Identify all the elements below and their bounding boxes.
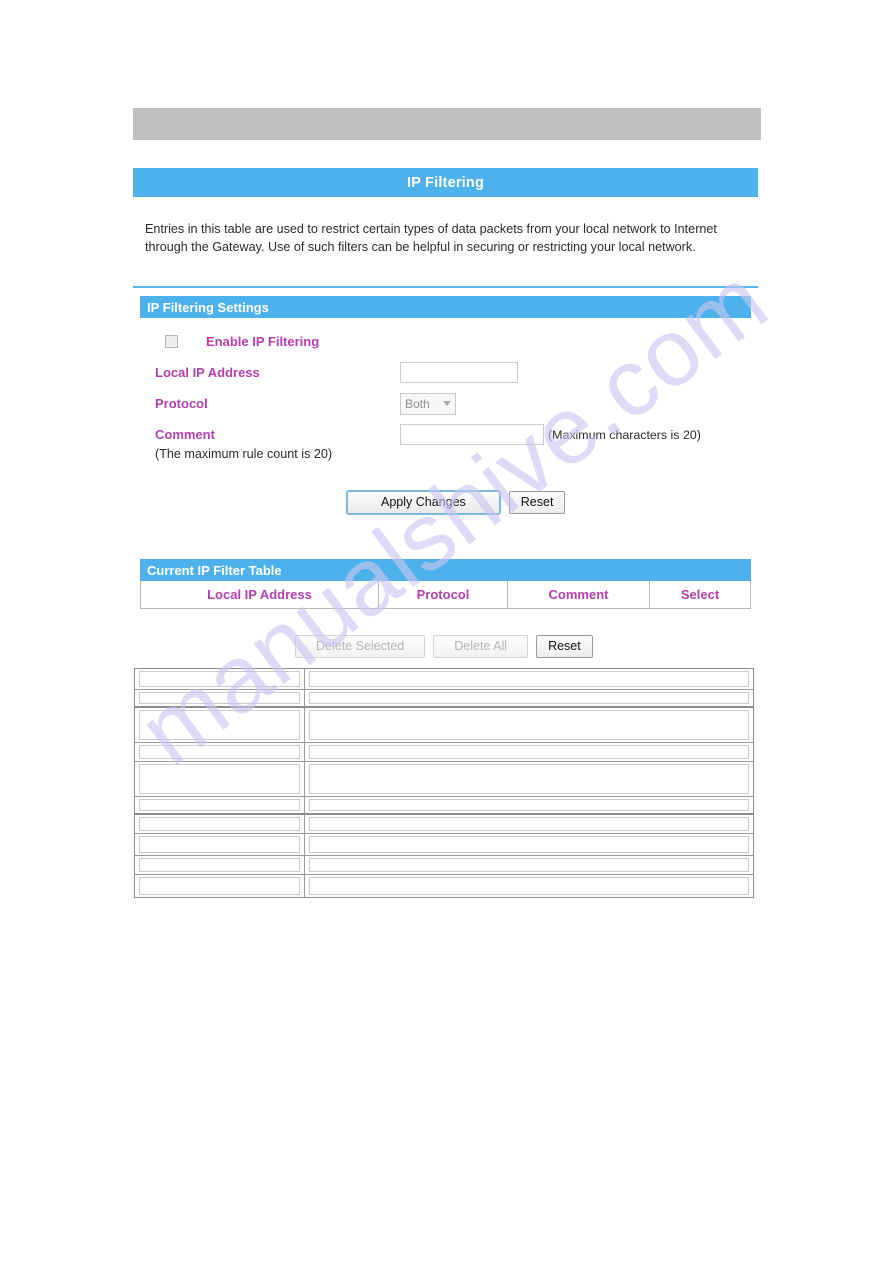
delete-all-button[interactable]: Delete All	[433, 635, 529, 658]
settings-form: Enable IP Filtering Local IP Address Pro…	[155, 326, 755, 450]
section-header-current-ip-filter-table: Current IP Filter Table	[140, 559, 751, 581]
table-cell	[135, 762, 305, 796]
table-cell	[135, 815, 305, 833]
settings-button-row: Apply Changes Reset	[347, 491, 566, 514]
enable-ip-filtering-label: Enable IP Filtering	[206, 334, 320, 349]
section-header-ip-filtering-settings: IP Filtering Settings	[140, 296, 751, 318]
enable-ip-filtering-checkbox[interactable]	[165, 335, 178, 348]
table-cell	[305, 797, 753, 813]
top-grey-bar	[133, 108, 761, 140]
filter-table-reset-button[interactable]: Reset	[536, 635, 593, 658]
intro-paragraph: Entries in this table are used to restri…	[145, 222, 717, 254]
table-row	[135, 834, 753, 856]
protocol-selected-value: Both	[405, 396, 430, 411]
cell-inner-box	[309, 745, 749, 759]
column-header-protocol: Protocol	[379, 581, 508, 608]
table-cell	[135, 834, 305, 855]
table-cell	[135, 669, 305, 689]
table-cell	[305, 743, 753, 761]
filter-table-header-row: Local IP Address Protocol Comment Select	[140, 581, 751, 609]
table-cell	[305, 708, 753, 742]
cell-inner-box	[139, 877, 300, 895]
table-cell	[305, 815, 753, 833]
table-row	[135, 875, 753, 897]
cell-inner-box	[309, 671, 749, 687]
local-ip-address-label: Local IP Address	[155, 365, 260, 380]
protocol-select[interactable]: Both	[400, 392, 456, 415]
table-row	[135, 815, 753, 834]
cell-inner-box	[309, 764, 749, 794]
table-row	[135, 762, 753, 797]
row-protocol: Protocol Both	[155, 388, 755, 419]
table-row	[135, 743, 753, 762]
table-row	[135, 856, 753, 875]
table-cell	[305, 690, 753, 706]
page-title: IP Filtering	[133, 168, 758, 197]
local-ip-address-input[interactable]	[400, 362, 518, 383]
cell-inner-box	[139, 692, 300, 704]
table-cell	[135, 743, 305, 761]
column-header-comment: Comment	[508, 581, 650, 608]
cell-inner-box	[309, 710, 749, 740]
row-comment: Comment (Maximum characters is 20)	[155, 419, 755, 450]
cell-inner-box	[139, 836, 300, 853]
comment-max-chars-hint: (Maximum characters is 20)	[548, 427, 701, 442]
max-rule-count-note: (The maximum rule count is 20)	[155, 447, 333, 461]
apply-changes-button[interactable]: Apply Changes	[347, 491, 500, 514]
settings-reset-button[interactable]: Reset	[508, 491, 566, 514]
table-cell	[135, 690, 305, 706]
cell-inner-box	[309, 692, 749, 704]
cell-inner-box	[139, 817, 300, 831]
table-row	[135, 669, 753, 690]
comment-input[interactable]	[400, 424, 544, 445]
cell-inner-box	[309, 799, 749, 811]
blank-layout-grid	[134, 668, 754, 898]
table-cell	[305, 762, 753, 796]
cell-inner-box	[139, 745, 300, 759]
divider-blue	[133, 286, 758, 288]
filter-table-button-row: Delete Selected Delete All Reset	[295, 635, 593, 658]
cell-inner-box	[309, 877, 749, 895]
chevron-down-icon	[443, 401, 451, 406]
column-header-local-ip-address: Local IP Address	[141, 581, 379, 608]
table-row	[135, 797, 753, 815]
row-enable-ip-filtering: Enable IP Filtering	[155, 326, 755, 357]
cell-inner-box	[139, 764, 300, 794]
cell-inner-box	[139, 710, 300, 740]
table-cell	[305, 875, 753, 897]
comment-label: Comment	[155, 427, 215, 442]
column-header-select: Select	[680, 587, 720, 602]
table-cell	[135, 708, 305, 742]
cell-inner-box	[139, 858, 300, 872]
table-cell	[305, 669, 753, 689]
cell-inner-box	[309, 836, 749, 853]
cell-inner-box	[139, 671, 300, 687]
cell-inner-box	[139, 799, 300, 811]
page-root: IP Filtering Entries in this table are u…	[0, 0, 893, 1263]
table-cell	[135, 797, 305, 813]
table-row	[135, 708, 753, 743]
table-cell	[305, 834, 753, 855]
protocol-label: Protocol	[155, 396, 208, 411]
cell-inner-box	[309, 858, 749, 872]
cell-inner-box	[309, 817, 749, 831]
table-cell	[135, 875, 305, 897]
delete-selected-button[interactable]: Delete Selected	[295, 635, 426, 658]
table-cell	[135, 856, 305, 874]
table-row	[135, 690, 753, 708]
row-local-ip-address: Local IP Address	[155, 357, 755, 388]
table-cell	[305, 856, 753, 874]
